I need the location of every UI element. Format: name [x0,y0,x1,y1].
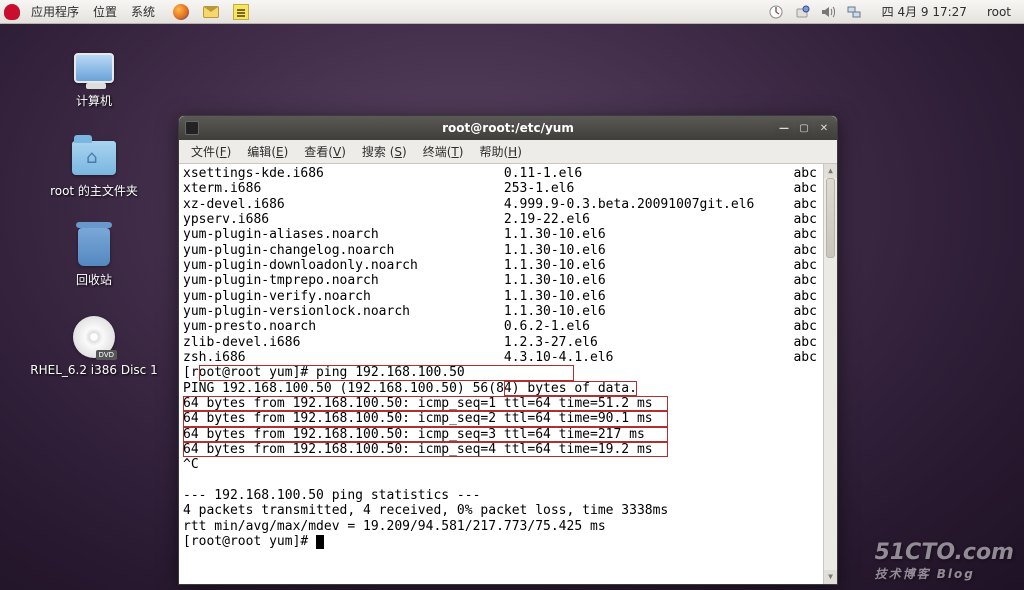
terminal-window: root@root:/etc/yum — ▢ ✕ 文件(F) 编辑(E) 查看(… [178,115,838,585]
desktop-home[interactable]: root 的主文件夹 [24,134,164,200]
scrollbar[interactable]: ▲ ▼ [823,164,837,584]
menu-edit[interactable]: 编辑(E) [239,143,296,160]
launcher-firefox[interactable] [166,0,196,24]
redhat-icon [4,4,20,20]
firefox-icon [173,4,189,20]
close-button[interactable]: ✕ [815,120,833,136]
launcher-mail[interactable] [196,0,226,24]
terminal-app-icon [185,121,199,135]
scroll-thumb[interactable] [826,178,835,258]
network-icon[interactable] [844,2,864,22]
mail-icon [203,6,219,18]
scroll-up-button[interactable]: ▲ [824,164,837,178]
desktop-computer[interactable]: 计算机 [24,44,164,110]
cpu-indicator-icon[interactable] [766,2,786,22]
computer-icon [74,53,114,83]
watermark: 51CTO.com 技术博客 Blog [875,540,1014,582]
launcher-notes[interactable] [226,0,256,24]
top-panel: 应用程序 位置 系统 四 4月 9 17:27 root [0,0,1024,24]
desktop: 计算机 root 的主文件夹 回收站 RHEL_6.2 i386 Disc 1 [24,44,164,402]
trash-icon [78,228,110,266]
update-indicator-icon[interactable] [792,2,812,22]
menu-terminal[interactable]: 终端(T) [415,143,472,160]
titlebar[interactable]: root@root:/etc/yum — ▢ ✕ [179,116,837,140]
menubar: 文件(F) 编辑(E) 查看(V) 搜索 (S) 终端(T) 帮助(H) [179,140,837,164]
menu-help[interactable]: 帮助(H) [471,143,529,160]
desktop-disc-label: RHEL_6.2 i386 Disc 1 [30,363,157,379]
menu-places[interactable]: 位置 [86,0,124,24]
desktop-computer-label: 计算机 [76,94,112,110]
maximize-button[interactable]: ▢ [795,120,813,136]
home-folder-icon [72,141,116,175]
menu-file[interactable]: 文件(F) [183,143,239,160]
terminal-output[interactable]: xsettings-kde.i686 0.11-1.el6 abc xterm.… [179,164,837,584]
desktop-home-label: root 的主文件夹 [50,184,138,200]
dvd-icon [73,316,115,358]
desktop-disc[interactable]: RHEL_6.2 i386 Disc 1 [24,313,164,379]
volume-icon[interactable] [818,2,838,22]
clock[interactable]: 四 4月 9 17:27 [875,0,974,24]
desktop-trash-label: 回收站 [76,273,112,289]
menu-applications[interactable]: 应用程序 [24,0,86,24]
scroll-down-button[interactable]: ▼ [824,570,837,584]
minimize-button[interactable]: — [775,120,793,136]
window-title: root@root:/etc/yum [179,121,837,135]
note-icon [233,4,249,20]
desktop-trash[interactable]: 回收站 [24,223,164,289]
menu-system[interactable]: 系统 [124,0,162,24]
menu-search[interactable]: 搜索 (S) [354,143,415,160]
user-menu[interactable]: root [980,0,1018,24]
menu-view[interactable]: 查看(V) [296,143,354,160]
